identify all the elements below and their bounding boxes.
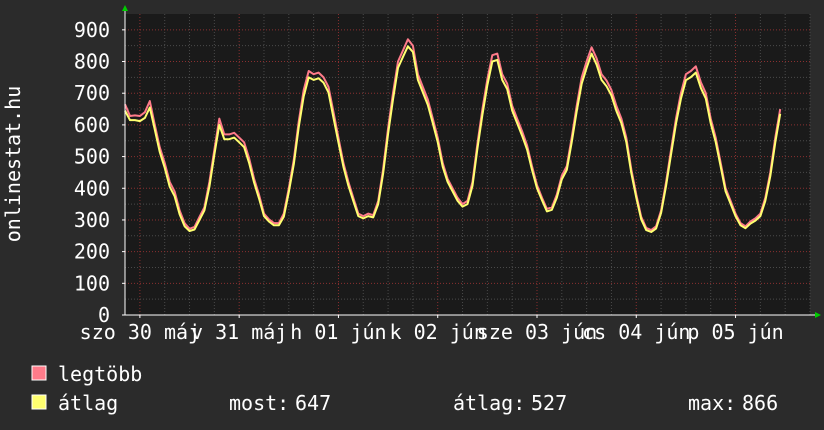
y-tick-label: 100: [74, 271, 110, 295]
y-axis-label: onlinestat.hu: [1, 86, 25, 243]
y-tick-label: 400: [74, 176, 110, 200]
chart-root: 0 100 200 300 400 500 600 700 800 900 szo 30 máj v…: [0, 0, 824, 430]
chart-canvas: 0100200300400500600700800900 szo 30 májv…: [0, 0, 824, 430]
y-tick-label: 800: [74, 50, 110, 74]
x-tick-label: v 31 máj: [191, 320, 287, 344]
x-tick-label: szo 30 máj: [80, 320, 200, 344]
x-tick-label: cs 04 jún: [582, 320, 690, 344]
stat-atlag-label: átlag:: [453, 391, 525, 415]
stat-max-label: max:: [688, 391, 736, 415]
legend-label-atlag: átlag: [58, 391, 118, 415]
stats: most: 647 átlag: 527 max: 866: [229, 391, 778, 415]
x-tick-label: k 02 jún: [390, 320, 486, 344]
stat-max-value: 866: [742, 391, 778, 415]
legend-swatch-atlag: [31, 394, 47, 410]
legend-swatch-legtobb: [31, 365, 47, 381]
x-tick-labels: szo 30 májv 31 máj h 01 jún k 02 júnsze 03…: [80, 315, 784, 344]
stat-most-label: most:: [229, 391, 289, 415]
x-tick-label: sze 03 jún: [477, 320, 597, 344]
stat-atlag-value: 527: [531, 391, 567, 415]
stat-most-value: 647: [295, 391, 331, 415]
y-tick-label: 600: [74, 113, 110, 137]
y-tick-label: 500: [74, 145, 110, 169]
y-tick-label: 700: [74, 81, 110, 105]
x-tick-label: h 01 jún: [290, 320, 386, 344]
y-tick-label: 900: [74, 18, 110, 42]
legend-label-legtobb: legtöbb: [58, 362, 142, 386]
plot-area: [125, 14, 810, 315]
x-tick-label: p 05 jún: [687, 320, 783, 344]
y-tick-label: 200: [74, 240, 110, 264]
y-tick-label: 300: [74, 208, 110, 232]
